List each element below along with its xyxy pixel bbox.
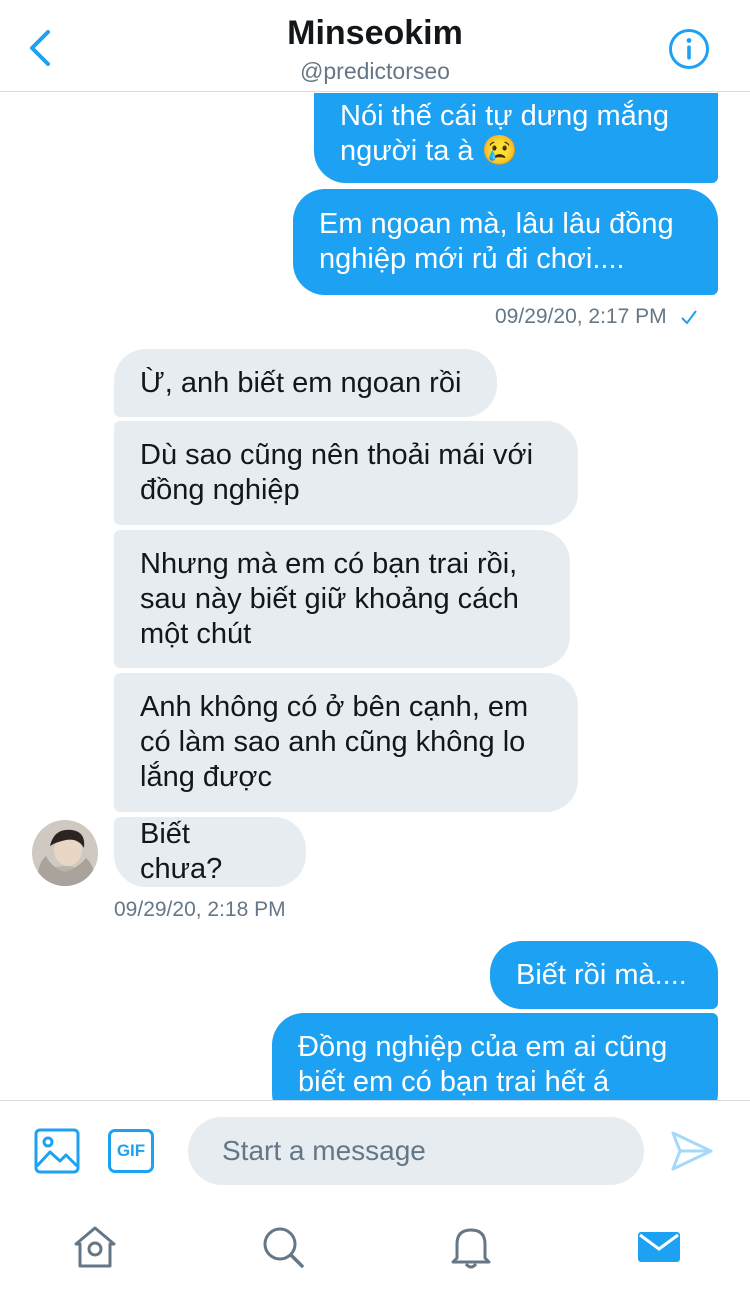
conversation-handle[interactable]: @predictorseo (0, 58, 750, 85)
checkmark-icon (681, 310, 698, 325)
message-input[interactable] (188, 1117, 644, 1185)
send-icon[interactable] (670, 1129, 714, 1173)
received-message[interactable]: Dù sao cũng nên thoải mái với đồng nghiệ… (114, 421, 578, 525)
gif-button[interactable]: GIF (108, 1129, 154, 1173)
avatar-photo-icon (32, 820, 98, 886)
received-message[interactable]: Biết chưa? (114, 817, 306, 887)
info-icon[interactable] (668, 28, 710, 70)
received-message[interactable]: Nhưng mà em có bạn trai rồi, sau này biế… (114, 530, 570, 668)
conversation-header: Minseokim @predictorseo (0, 0, 750, 92)
sent-message[interactable]: Biết rồi mà.... (490, 941, 718, 1009)
message-timestamp: 09/29/20, 2:17 PM (495, 305, 698, 329)
received-message[interactable]: Ừ, anh biết em ngoan rồi (114, 349, 497, 417)
contact-avatar[interactable] (32, 820, 98, 886)
search-icon[interactable] (260, 1224, 306, 1270)
sent-message[interactable]: Đồng nghiệp của em ai cũng biết em có bạ… (272, 1013, 718, 1100)
conversation-title[interactable]: Minseokim (0, 14, 750, 53)
received-message[interactable]: Anh không có ở bên cạnh, em có làm sao a… (114, 673, 578, 812)
sent-message[interactable]: Nói thế cái tự dưng mắng người ta à 😢 (314, 93, 718, 183)
bottom-tab-bar (0, 1200, 750, 1298)
message-composer: GIF (0, 1100, 750, 1200)
image-icon[interactable] (34, 1128, 80, 1174)
mail-icon[interactable] (636, 1224, 682, 1270)
timestamp-text: 09/29/20, 2:17 PM (495, 305, 667, 328)
message-list[interactable]: Nói thế cái tự dưng mắng người ta à 😢 Em… (0, 93, 750, 1100)
sent-message[interactable]: Em ngoan mà, lâu lâu đồng nghiệp mới rủ … (293, 189, 718, 295)
home-icon[interactable] (72, 1224, 118, 1270)
message-timestamp: 09/29/20, 2:18 PM (114, 898, 286, 921)
bell-icon[interactable] (448, 1224, 494, 1270)
